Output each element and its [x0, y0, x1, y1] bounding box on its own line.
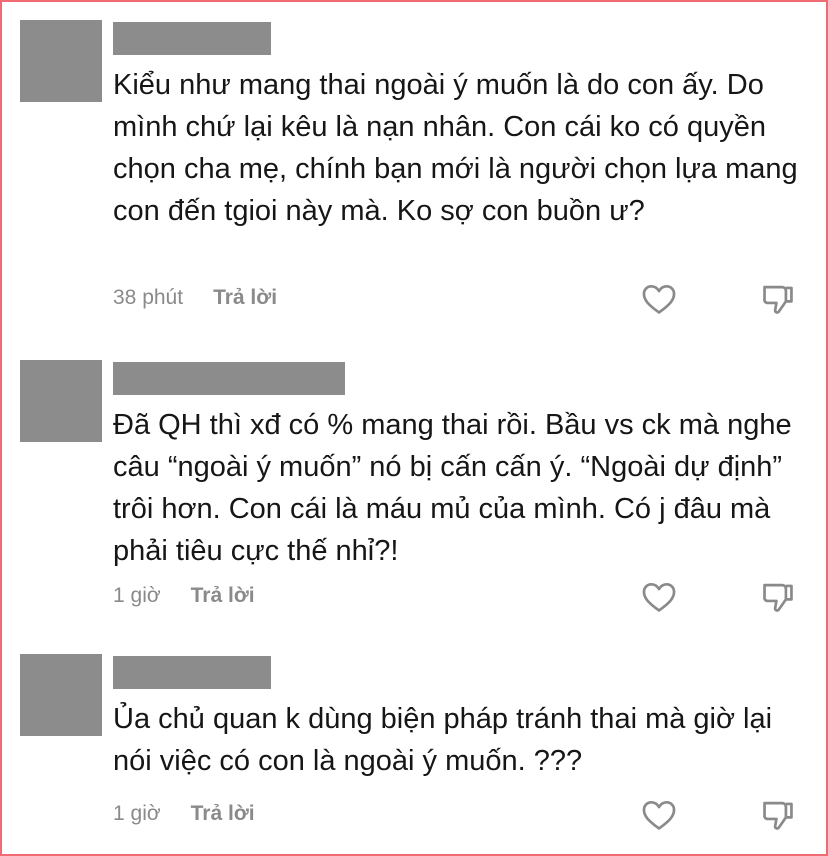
comment-item: Ủa chủ quan k dùng biện pháp tránh thai … — [0, 654, 828, 844]
avatar[interactable] — [20, 654, 102, 736]
username-placeholder[interactable] — [113, 362, 345, 395]
comment-item: Kiểu như mang thai ngoài ý muốn là do co… — [0, 20, 828, 320]
comment-text: Đã QH thì xđ có % mang thai rồi. Bầu vs … — [113, 409, 792, 567]
heart-icon[interactable] — [640, 280, 678, 318]
comment-text: Ủa chủ quan k dùng biện pháp tránh thai … — [113, 703, 773, 777]
avatar[interactable] — [20, 20, 102, 102]
username-placeholder[interactable] — [113, 656, 271, 689]
comment-time: 38 phút — [113, 286, 184, 309]
comment-text: Kiểu như mang thai ngoài ý muốn là do co… — [113, 69, 798, 227]
reply-button[interactable]: Trả lời — [191, 802, 255, 826]
reply-button[interactable]: Trả lời — [191, 584, 255, 608]
comment-item: Đã QH thì xđ có % mang thai rồi. Bầu vs … — [0, 360, 828, 620]
heart-icon[interactable] — [640, 578, 678, 616]
comment-meta: 1 giờ Trả lời — [113, 802, 255, 826]
thumbs-down-icon[interactable] — [759, 578, 797, 616]
thumbs-down-icon[interactable] — [759, 280, 797, 318]
comment-time: 1 giờ — [113, 584, 161, 607]
comment-meta: 1 giờ Trả lời — [113, 584, 255, 608]
username-placeholder[interactable] — [113, 22, 271, 55]
heart-icon[interactable] — [640, 796, 678, 834]
thumbs-down-icon[interactable] — [759, 796, 797, 834]
reply-button[interactable]: Trả lời — [213, 286, 277, 310]
comment-time: 1 giờ — [113, 802, 161, 825]
comment-meta: 38 phút Trả lời — [113, 286, 277, 310]
avatar[interactable] — [20, 360, 102, 442]
